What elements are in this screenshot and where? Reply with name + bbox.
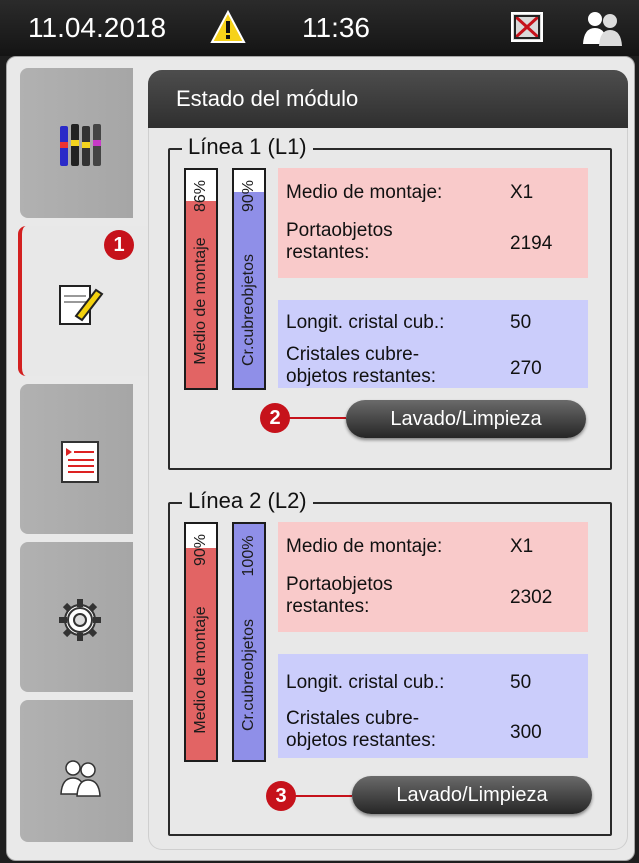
line-1-mounting-medium-value: X1 [510, 182, 534, 203]
line-2-coverslips-remaining-label: Cristales cubre-objetos restantes: [286, 708, 436, 751]
tab-protocols[interactable] [20, 384, 133, 534]
line-2-legend: Línea 2 (L2) [182, 488, 313, 514]
time-display: 11:36 [302, 12, 370, 43]
line-1-coverslip-info: Longit. cristal cub.: 50 Cristales cubre… [278, 300, 588, 388]
line-2-mounting-medium-label: Medio de montaje [192, 606, 209, 734]
line-2-coverslip-percent: 100% [240, 535, 257, 577]
line-1-mounting-medium-percent: 86% [192, 179, 209, 213]
callout-badge-2: 2 [260, 403, 290, 433]
line-2-mounting-medium-percent: 90% [192, 533, 209, 567]
line-1-slides-remaining-label: Portaobjetos restantes: [286, 220, 393, 263]
line-1-coverslips-remaining-value: 270 [510, 358, 542, 379]
line-1-slides-remaining-value: 2194 [510, 233, 553, 254]
line-2-coverslip-label: Cr.cubreobjetos [240, 619, 257, 732]
line-2-mounting-medium-label-text: Medio de montaje: [286, 536, 443, 557]
line-1-coverslip-length-label: Longit. cristal cub.: [286, 312, 445, 333]
protocol-list-icon [61, 441, 99, 483]
module-status-panel: Estado del módulo Línea 1 (L1) 86% Medio… [148, 70, 628, 850]
panel-title: Estado del módulo [176, 86, 359, 111]
reagent-bottles-icon [60, 124, 101, 166]
error-box-icon[interactable] [511, 12, 543, 42]
tab-settings[interactable] [20, 542, 133, 692]
line-2-coverslip-info: Longit. cristal cub.: 50 Cristales cubre… [278, 654, 588, 758]
line-2-wash-clean-button[interactable]: Lavado/Limpieza [352, 776, 592, 814]
line-1-coverslip-percent: 90% [240, 179, 257, 213]
callout-badge-1: 1 [104, 230, 134, 260]
line-1-coverslip-length-value: 50 [510, 312, 532, 333]
line-2-coverslips-remaining-value: 300 [510, 722, 542, 743]
line-2-mounting-medium-gauge: 90% Medio de montaje [184, 522, 218, 762]
line-2-slides-remaining-label: Portaobjetos restantes: [286, 574, 393, 617]
line-1-mounting-info: Medio de montaje: X1 Portaobjetos restan… [278, 168, 588, 278]
gear-icon [59, 599, 101, 641]
line-2-mounting-info: Medio de montaje: X1 Portaobjetos restan… [278, 522, 588, 632]
callout-pointer-3 [292, 795, 352, 797]
line-1-wash-clean-button[interactable]: Lavado/Limpieza [346, 400, 586, 438]
line-1-mounting-medium-label-text: Medio de montaje: [286, 182, 443, 203]
date-display: 11.04.2018 [28, 12, 167, 43]
tab-reagents[interactable] [20, 68, 133, 218]
line-1-coverslip-label: Cr.cubreobjetos [240, 253, 257, 366]
line-2-group: Línea 2 (L2) 90% Medio de montaje 100% C… [168, 488, 612, 836]
line-2-coverslip-gauge: 100% Cr.cubreobjetos [232, 522, 266, 762]
tab-user[interactable] [20, 700, 133, 842]
line-2-slides-remaining-value: 2302 [510, 587, 553, 608]
module-status-icon [59, 285, 104, 325]
line-1-group: Línea 1 (L1) 86% Medio de montaje 90% Cr… [168, 134, 612, 470]
panel-title-bar: Estado del módulo [148, 70, 628, 128]
line-1-mounting-medium-gauge: 86% Medio de montaje [184, 168, 218, 390]
callout-badge-3: 3 [266, 781, 296, 811]
line-2-coverslip-length-label: Longit. cristal cub.: [286, 672, 445, 693]
line-2-mounting-medium-value: X1 [510, 536, 534, 557]
line-2-coverslip-length-value: 50 [510, 672, 532, 693]
user-icon [60, 760, 101, 797]
user-icon[interactable] [580, 8, 624, 48]
line-1-legend: Línea 1 (L1) [182, 134, 313, 160]
line-1-coverslip-gauge: 90% Cr.cubreobjetos [232, 168, 266, 390]
callout-pointer-2 [286, 417, 346, 419]
line-1-coverslips-remaining-label: Cristales cubre-objetos restantes: [286, 344, 436, 387]
status-bar: 11.04.2018 11:36 [0, 0, 639, 56]
line-1-mounting-medium-label: Medio de montaje [192, 237, 209, 365]
warning-icon[interactable] [210, 10, 246, 44]
